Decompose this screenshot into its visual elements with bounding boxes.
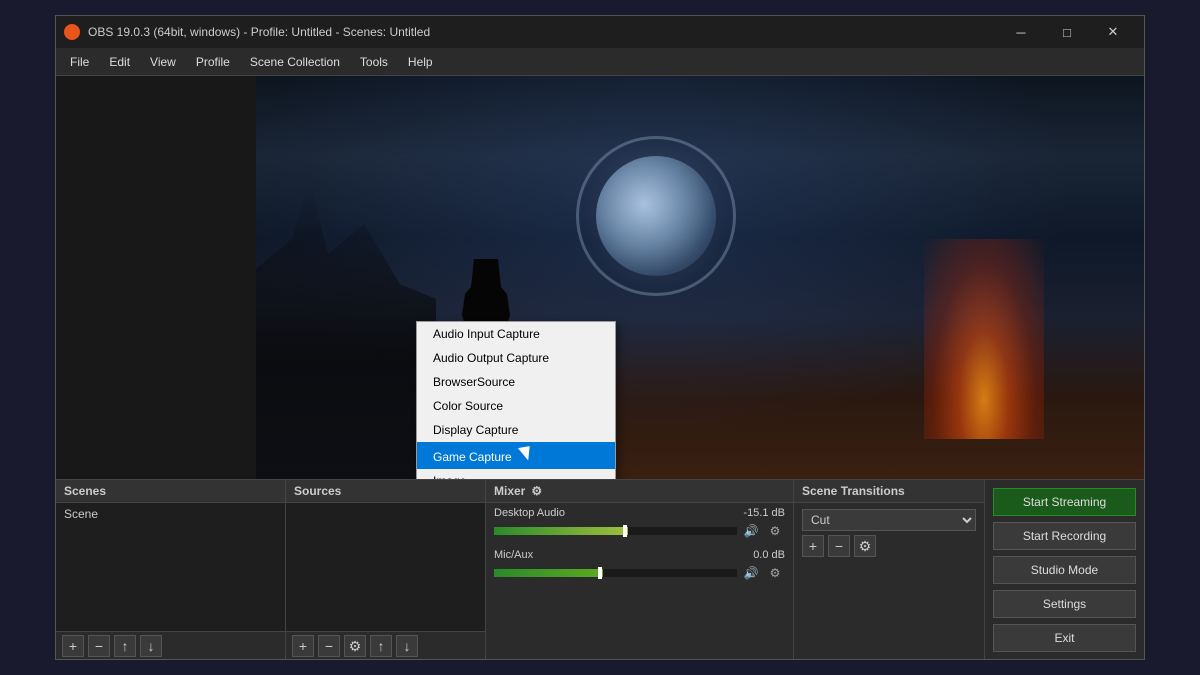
desktop-audio-handle[interactable] bbox=[623, 525, 627, 537]
obs-icon bbox=[64, 24, 80, 40]
context-menu-item-display[interactable]: Display Capture bbox=[417, 418, 615, 442]
dark-sidebar bbox=[56, 76, 256, 479]
window-controls: ─ □ ✕ bbox=[998, 16, 1136, 48]
transition-remove-button[interactable]: − bbox=[828, 535, 850, 557]
mic-aux-controls: 🔊 ⚙ bbox=[494, 563, 785, 583]
context-menu-item-audio-input[interactable]: Audio Input Capture bbox=[417, 322, 615, 346]
context-menu-item-browser[interactable]: BrowserSource bbox=[417, 370, 615, 394]
scene-up-button[interactable]: ↑ bbox=[114, 635, 136, 657]
menu-bar: File Edit View Profile Scene Collection … bbox=[56, 48, 1144, 76]
desktop-audio-mute[interactable]: 🔊 bbox=[741, 521, 761, 541]
context-menu: Audio Input Capture Audio Output Capture… bbox=[416, 321, 616, 479]
bottom-panel: Scenes Scene + − ↑ ↓ Sources bbox=[56, 479, 1144, 659]
mixer-title: Mixer bbox=[494, 484, 525, 498]
mic-aux-bar[interactable] bbox=[494, 569, 737, 577]
context-menu-item-image[interactable]: Image bbox=[417, 469, 615, 479]
menu-view[interactable]: View bbox=[140, 51, 186, 73]
transition-select[interactable]: Cut Fade Swipe Slide bbox=[802, 509, 976, 531]
mic-aux-handle[interactable] bbox=[598, 567, 602, 579]
context-menu-item-audio-output[interactable]: Audio Output Capture bbox=[417, 346, 615, 370]
preview-area: Audio Input Capture Audio Output Capture… bbox=[56, 76, 1144, 479]
menu-tools[interactable]: Tools bbox=[350, 51, 398, 73]
fire-effect bbox=[924, 239, 1044, 439]
exit-button[interactable]: Exit bbox=[993, 624, 1136, 652]
mic-aux-mute[interactable]: 🔊 bbox=[741, 563, 761, 583]
transitions-header: Scene Transitions bbox=[794, 480, 984, 503]
settings-button[interactable]: Settings bbox=[993, 590, 1136, 618]
menu-edit[interactable]: Edit bbox=[99, 51, 140, 73]
source-up-button[interactable]: ↑ bbox=[370, 635, 392, 657]
transition-add-button[interactable]: + bbox=[802, 535, 824, 557]
menu-profile[interactable]: Profile bbox=[186, 51, 240, 73]
transition-gear-button[interactable]: ⚙ bbox=[854, 535, 876, 557]
mixer-header: Mixer ⚙ bbox=[486, 480, 793, 503]
source-gear-button[interactable]: ⚙ bbox=[344, 635, 366, 657]
mic-aux-db: 0.0 dB bbox=[753, 549, 785, 561]
mic-aux-name-row: Mic/Aux 0.0 dB bbox=[494, 549, 785, 561]
scenes-toolbar: + − ↑ ↓ bbox=[56, 631, 285, 659]
scene-remove-button[interactable]: − bbox=[88, 635, 110, 657]
desktop-audio-name: Desktop Audio bbox=[494, 507, 565, 519]
title-bar: OBS 19.0.3 (64bit, windows) - Profile: U… bbox=[56, 16, 1144, 48]
game-preview bbox=[256, 76, 1144, 479]
menu-scene-collection[interactable]: Scene Collection bbox=[240, 51, 350, 73]
moon-inner bbox=[596, 156, 716, 276]
obs-window: OBS 19.0.3 (64bit, windows) - Profile: U… bbox=[55, 15, 1145, 660]
moon-visual bbox=[576, 136, 736, 296]
transition-toolbar: + − ⚙ bbox=[802, 535, 976, 557]
scenes-list: Scene bbox=[56, 503, 285, 631]
transitions-panel: Scene Transitions Cut Fade Swipe Slide + bbox=[794, 480, 984, 659]
panels-row: Scenes Scene + − ↑ ↓ Sources bbox=[56, 479, 1144, 659]
mic-aux-channel: Mic/Aux 0.0 dB 🔊 ⚙ bbox=[486, 545, 793, 587]
start-streaming-button[interactable]: Start Streaming bbox=[993, 488, 1136, 516]
close-button[interactable]: ✕ bbox=[1090, 16, 1136, 48]
mic-aux-settings[interactable]: ⚙ bbox=[765, 563, 785, 583]
sources-list bbox=[286, 503, 485, 631]
studio-mode-button[interactable]: Studio Mode bbox=[993, 556, 1136, 584]
context-menu-item-color[interactable]: Color Source bbox=[417, 394, 615, 418]
sources-panel: Sources + − ⚙ ↑ ↓ bbox=[286, 480, 486, 659]
mixer-panel: Mixer ⚙ Desktop Audio -15.1 dB bbox=[486, 480, 794, 659]
menu-file[interactable]: File bbox=[60, 51, 99, 73]
source-remove-button[interactable]: − bbox=[318, 635, 340, 657]
minimize-button[interactable]: ─ bbox=[998, 16, 1044, 48]
maximize-button[interactable]: □ bbox=[1044, 16, 1090, 48]
scene-add-button[interactable]: + bbox=[62, 635, 84, 657]
scenes-panel: Scenes Scene + − ↑ ↓ bbox=[56, 480, 286, 659]
desktop-audio-settings[interactable]: ⚙ bbox=[765, 521, 785, 541]
source-down-button[interactable]: ↓ bbox=[396, 635, 418, 657]
cursor-icon bbox=[518, 446, 532, 462]
menu-help[interactable]: Help bbox=[398, 51, 443, 73]
scenes-panel-header: Scenes bbox=[56, 480, 285, 503]
start-recording-button[interactable]: Start Recording bbox=[993, 522, 1136, 550]
scene-down-button[interactable]: ↓ bbox=[140, 635, 162, 657]
desktop-audio-controls: 🔊 ⚙ bbox=[494, 521, 785, 541]
desktop-audio-channel: Desktop Audio -15.1 dB 🔊 ⚙ bbox=[486, 503, 793, 545]
source-add-button[interactable]: + bbox=[292, 635, 314, 657]
transition-select-row: Cut Fade Swipe Slide bbox=[802, 509, 976, 531]
mic-aux-fill bbox=[494, 569, 603, 577]
scene-item[interactable]: Scene bbox=[56, 503, 285, 525]
desktop-audio-db: -15.1 dB bbox=[743, 507, 785, 519]
mic-aux-name: Mic/Aux bbox=[494, 549, 533, 561]
context-menu-item-game[interactable]: Game Capture bbox=[417, 442, 615, 469]
transitions-content: Cut Fade Swipe Slide + − ⚙ bbox=[794, 503, 984, 659]
desktop-audio-name-row: Desktop Audio -15.1 dB bbox=[494, 507, 785, 519]
controls-panel: Start Streaming Start Recording Studio M… bbox=[984, 480, 1144, 659]
desktop-audio-fill bbox=[494, 527, 628, 535]
sources-panel-header: Sources bbox=[286, 480, 485, 503]
mixer-gear-icon[interactable]: ⚙ bbox=[531, 484, 542, 498]
desktop-audio-bar[interactable] bbox=[494, 527, 737, 535]
main-content: Audio Input Capture Audio Output Capture… bbox=[56, 76, 1144, 659]
window-title: OBS 19.0.3 (64bit, windows) - Profile: U… bbox=[88, 25, 998, 39]
sources-toolbar: + − ⚙ ↑ ↓ bbox=[286, 631, 485, 659]
